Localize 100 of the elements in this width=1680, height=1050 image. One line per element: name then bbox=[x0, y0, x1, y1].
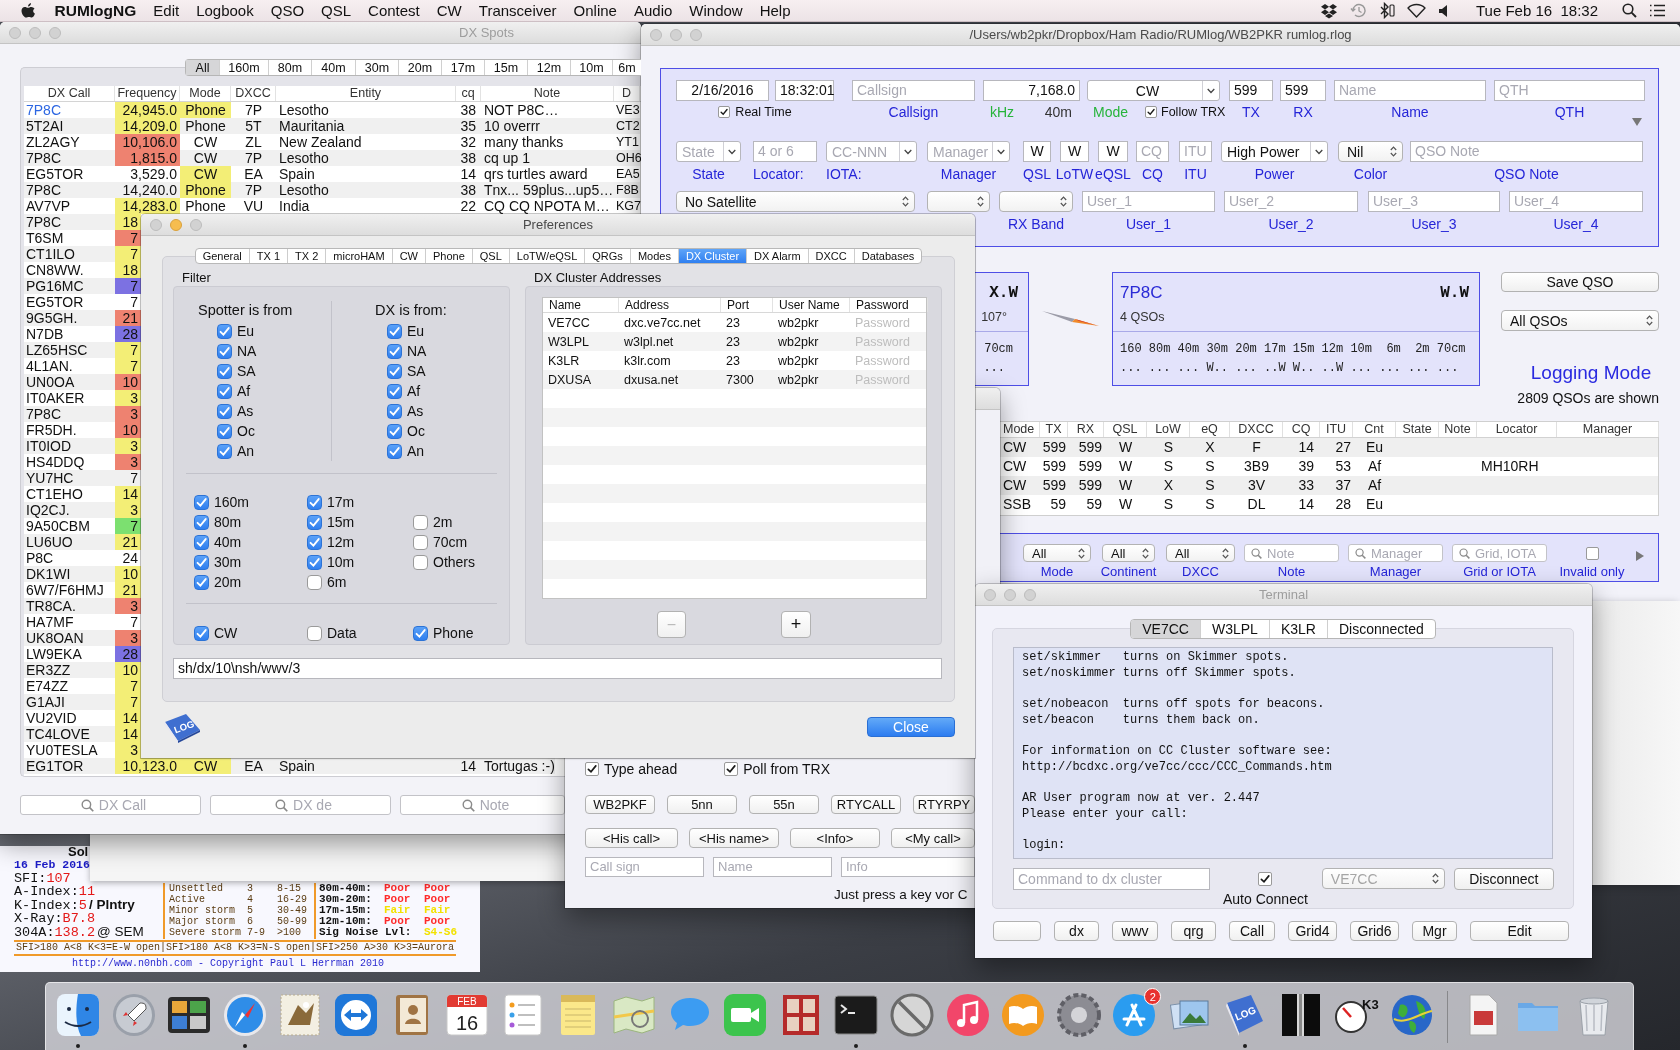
table-row[interactable]: 7P8C 18 bbox=[24, 214, 141, 230]
checkbox[interactable] bbox=[307, 574, 322, 590]
checkbox[interactable] bbox=[387, 423, 402, 439]
table-row[interactable]: VU2VID 14 bbox=[24, 710, 141, 726]
macro-button[interactable]: RTYRPY bbox=[913, 795, 975, 814]
menu-item[interactable]: Transceiver bbox=[470, 0, 566, 22]
table-row[interactable]: PG16MC 7 bbox=[24, 278, 141, 294]
macro-button[interactable]: WB2PKF bbox=[585, 795, 655, 814]
checkbox[interactable] bbox=[307, 554, 322, 570]
tab[interactable]: QSL bbox=[472, 249, 510, 263]
checkbox[interactable] bbox=[724, 762, 739, 776]
macro-button[interactable]: 5nn bbox=[667, 795, 737, 814]
popup-button[interactable]: No Satellite bbox=[676, 191, 915, 212]
checkbox[interactable] bbox=[585, 762, 599, 776]
table-row[interactable]: T6SM 7 bbox=[24, 230, 141, 246]
band-tab[interactable]: All bbox=[186, 60, 220, 75]
combo-box[interactable]: High Power bbox=[1221, 141, 1328, 162]
table-row[interactable]: IT0IOD 3 bbox=[24, 438, 141, 454]
text-field[interactable]: 7,168.0 bbox=[983, 80, 1080, 101]
checkbox[interactable] bbox=[1258, 872, 1273, 886]
checkbox[interactable] bbox=[217, 383, 232, 399]
checkbox[interactable] bbox=[413, 625, 428, 641]
table-row[interactable]: 4L1AN. 7 bbox=[24, 358, 141, 374]
menu-clock[interactable]: Tue Feb 16 18:32 bbox=[1475, 2, 1598, 19]
checkbox[interactable] bbox=[194, 534, 209, 550]
table-row[interactable]: AV7VP 14,283.0 Phone VU India 22 CQ CQ NPOTA M… KG7 bbox=[24, 198, 640, 214]
checkbox[interactable] bbox=[413, 534, 428, 550]
text-field[interactable]: W bbox=[1098, 141, 1128, 162]
table-row[interactable]: CW 599 599 W X S 3V 33 37 Af bbox=[1000, 476, 1658, 495]
checkbox[interactable] bbox=[217, 343, 232, 359]
menu-item[interactable]: QSL bbox=[312, 0, 360, 22]
menu-item[interactable]: Logbook bbox=[187, 0, 263, 22]
time-field[interactable]: 18:32:01 bbox=[775, 80, 834, 101]
tab[interactable]: VE7CC bbox=[1131, 620, 1201, 638]
table-row[interactable]: LU6UO 21 bbox=[24, 534, 141, 550]
checkbox[interactable] bbox=[194, 514, 209, 530]
table-row[interactable]: DK1WI 10 bbox=[24, 566, 141, 582]
table-row[interactable]: EG1TOR 10,123.0 CW EA Spain 14 Tortugas :-) bbox=[24, 758, 555, 774]
checkbox[interactable] bbox=[217, 323, 232, 339]
tab[interactable]: TX 2 bbox=[288, 249, 327, 263]
table-row[interactable]: LZ65HSC 7 bbox=[24, 342, 141, 358]
insert-button[interactable]: <My call> bbox=[891, 828, 975, 848]
checkbox[interactable] bbox=[387, 403, 402, 419]
table-row[interactable]: TR8CA. 3 bbox=[24, 598, 141, 614]
command-button[interactable]: qrg bbox=[1171, 921, 1216, 941]
checkbox[interactable] bbox=[194, 625, 209, 641]
checkbox[interactable] bbox=[194, 554, 209, 570]
table-row[interactable]: G1AJI 7 bbox=[24, 694, 141, 710]
apple-icon[interactable] bbox=[20, 1, 36, 20]
menu-item[interactable]: CW bbox=[428, 0, 471, 22]
menu-item[interactable]: Audio bbox=[625, 0, 681, 22]
table-row[interactable]: EG5TOR 3,529.0 CW EA Spain 14 qrs turtles award EA5 bbox=[24, 166, 640, 182]
table-row[interactable]: 6W7/F6HMJ 21 bbox=[24, 582, 141, 598]
checkbox[interactable] bbox=[718, 106, 731, 118]
triangle-down-icon[interactable] bbox=[1632, 118, 1642, 126]
table-row[interactable]: 5T2AI 14,209.0 Phone 5T Mauritania 35 10 overrr CT2 bbox=[24, 118, 640, 134]
text-field[interactable]: W bbox=[1060, 141, 1089, 162]
table-row[interactable]: 7P8C 3 bbox=[24, 406, 141, 422]
bluetooth-icon[interactable] bbox=[1378, 2, 1395, 19]
clock-arrow-icon[interactable] bbox=[1349, 2, 1367, 19]
checkbox[interactable] bbox=[413, 554, 428, 570]
gear-icon[interactable] bbox=[1054, 991, 1103, 1039]
text-field[interactable]: 599 bbox=[1229, 80, 1273, 101]
command-button[interactable]: Edit bbox=[1470, 921, 1569, 941]
table-row[interactable]: TC4LOVE 14 bbox=[24, 726, 141, 742]
tab[interactable]: Disconnected bbox=[1327, 620, 1435, 638]
text-field[interactable]: W bbox=[1023, 141, 1051, 162]
insert-button[interactable]: <His call> bbox=[585, 828, 678, 848]
table-row[interactable]: HS4DDQ 3 bbox=[24, 454, 141, 470]
combo-box[interactable]: CW bbox=[1087, 80, 1220, 101]
checkbox[interactable] bbox=[307, 534, 322, 550]
checkbox[interactable] bbox=[217, 403, 232, 419]
tab[interactable]: QRGs bbox=[585, 249, 631, 263]
command-button[interactable]: wwv bbox=[1112, 921, 1158, 941]
table-row[interactable]: CN8WW. 18 bbox=[24, 262, 141, 278]
table-row[interactable]: 7P8C 24,945.0 Phone 7P Lesotho 38 NOT P8C… VE3 bbox=[24, 102, 640, 118]
table-row[interactable]: YU0TESLA 3 bbox=[24, 742, 141, 758]
save-qso-button[interactable]: Save QSO bbox=[1501, 272, 1659, 292]
table-row[interactable]: UN0OA 10 bbox=[24, 374, 141, 390]
checkbox[interactable] bbox=[194, 494, 209, 510]
credit-link[interactable]: http://www.n0nbh.com - Copyright Paul L Herrman 2010 bbox=[72, 957, 385, 970]
table-row[interactable]: ZL2AGY 10,106.0 CW ZL New Zealand 32 many thanks YT1 bbox=[24, 134, 640, 150]
table-row[interactable]: N7DB 28 bbox=[24, 326, 141, 342]
checkbox[interactable] bbox=[413, 514, 428, 530]
tab[interactable]: K3LR bbox=[1269, 620, 1328, 638]
insert-button[interactable]: <His name> bbox=[689, 828, 779, 848]
command-button[interactable]: Mgr bbox=[1412, 921, 1457, 941]
checkbox[interactable] bbox=[307, 514, 322, 530]
command-button[interactable]: dx bbox=[1054, 921, 1099, 941]
tab[interactable]: DXCC bbox=[808, 249, 855, 263]
checkbox[interactable] bbox=[1145, 106, 1158, 118]
table-row[interactable]: LW9EKA 28 bbox=[24, 646, 141, 662]
text-field[interactable]: 599 bbox=[1280, 80, 1326, 101]
date-field[interactable]: 2/16/2016 bbox=[676, 80, 769, 101]
diamonds-icon[interactable] bbox=[1319, 2, 1338, 19]
menu-item[interactable]: Edit bbox=[144, 0, 188, 22]
table-row[interactable]: 9G5GH. 21 bbox=[24, 310, 141, 326]
command-button[interactable]: Grid6 bbox=[1350, 921, 1399, 941]
checkbox[interactable] bbox=[387, 443, 402, 459]
checkbox[interactable] bbox=[217, 423, 232, 439]
